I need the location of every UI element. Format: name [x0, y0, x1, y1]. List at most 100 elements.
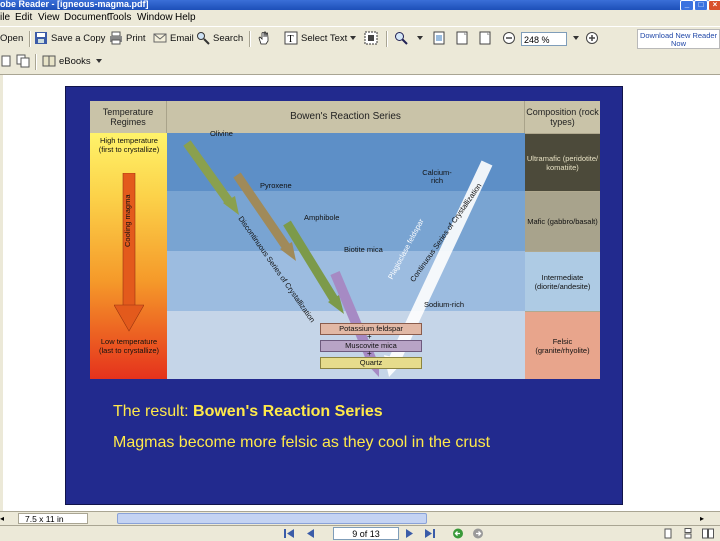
- menu-tools[interactable]: Tools: [108, 11, 131, 25]
- header-temperature: Temperature Regimes: [90, 101, 167, 133]
- continuous-page-icon[interactable]: [682, 528, 694, 539]
- label-quartz: Quartz: [320, 357, 422, 369]
- previous-page-icon[interactable]: [304, 528, 316, 539]
- zoom-icon: [395, 32, 408, 46]
- horizontal-scrollbar[interactable]: ◂ 7.5 x 11 in ▸: [0, 511, 720, 526]
- save-copy-button[interactable]: Save a Copy: [34, 30, 105, 48]
- email-icon: [153, 33, 167, 43]
- fit-width-icon: [479, 31, 491, 45]
- maximize-button[interactable]: □: [694, 0, 708, 10]
- scroll-left-icon[interactable]: ◂: [0, 514, 8, 524]
- header-composition: Composition (rock types): [525, 101, 600, 133]
- ebooks-label: eBooks: [59, 56, 91, 67]
- camera-icon: [364, 31, 378, 45]
- menu-view[interactable]: View: [38, 11, 60, 25]
- go-back-icon[interactable]: [452, 528, 464, 539]
- search-button[interactable]: Search: [196, 30, 243, 48]
- menu-document[interactable]: Document: [64, 11, 110, 25]
- single-page-icon[interactable]: [662, 528, 674, 539]
- print-icon: [110, 31, 122, 45]
- hand-tool-button[interactable]: [257, 30, 274, 48]
- email-label: Email: [170, 33, 194, 44]
- label-sodium-rich: Sodium-rich: [424, 300, 465, 309]
- save-icon: [35, 32, 47, 45]
- composition-intermediate: Intermediate (diorite/andesite): [525, 251, 600, 311]
- zoom-out-button[interactable]: [502, 30, 519, 48]
- copy-icon: [16, 54, 30, 68]
- actual-size-icon: [433, 31, 445, 45]
- page-icon: [1, 55, 11, 67]
- result-text: The result: Bowen's Reaction Series: [113, 403, 383, 421]
- download-reader-button[interactable]: Download New Reader Now: [637, 29, 720, 49]
- go-forward-icon[interactable]: [472, 528, 484, 539]
- zoom-in-icon: [586, 32, 598, 45]
- first-page-icon[interactable]: [283, 528, 295, 539]
- menu-file[interactable]: ile: [0, 11, 10, 25]
- search-label: Search: [213, 33, 244, 44]
- secondary-toolbar: eBooks: [0, 50, 720, 75]
- menu-help[interactable]: Help: [175, 11, 196, 25]
- label-olivine: Olivine: [210, 129, 233, 138]
- low-temperature-label: Low temperature (last to crystallize): [98, 337, 159, 355]
- zoom-out-icon: [503, 32, 515, 45]
- fit-page-icon: [456, 31, 468, 45]
- open-label: Open: [0, 33, 24, 44]
- svg-text:T: T: [288, 34, 294, 45]
- text-select-icon: T: [284, 31, 298, 45]
- print-label: Print: [126, 33, 146, 44]
- print-button[interactable]: Print: [109, 30, 146, 48]
- composition-ultramafic: Ultramafic (peridotite/ komatiite): [525, 133, 600, 191]
- facing-pages-icon[interactable]: [702, 528, 714, 539]
- chevron-down-icon[interactable]: [573, 36, 579, 40]
- navigation-pane-edge[interactable]: [0, 75, 3, 511]
- label-pyroxene: Pyroxene: [260, 181, 292, 190]
- bowen-reaction-series-figure: Temperature Regimes Bowen's Reaction Ser…: [90, 101, 600, 379]
- pdf-slide: Temperature Regimes Bowen's Reaction Ser…: [65, 86, 623, 505]
- composition-felsic: Felsic (granite/rhyolite): [525, 311, 600, 379]
- chevron-down-icon[interactable]: [350, 36, 356, 40]
- fit-page-button[interactable]: [455, 30, 472, 48]
- zoom-level-field[interactable]: 248 %: [521, 32, 567, 46]
- cooling-magma-label: Cooling magma: [123, 194, 132, 247]
- title-bar: obe Reader - [igneous-magma.pdf] _ □ ×: [0, 0, 720, 10]
- toolbar-separator: [386, 31, 388, 47]
- fit-width-button[interactable]: [478, 30, 495, 48]
- select-text-button[interactable]: T Select Text: [284, 30, 347, 48]
- menu-window[interactable]: Window: [137, 11, 173, 25]
- chevron-down-icon[interactable]: [96, 59, 102, 63]
- save-copy-label: Save a Copy: [51, 33, 106, 44]
- scroll-track[interactable]: [95, 513, 115, 524]
- page-size-field: 7.5 x 11 in: [18, 513, 88, 524]
- close-button[interactable]: ×: [708, 0, 720, 10]
- label-calcium-rich: Calcium-rich: [422, 168, 452, 185]
- ebooks-button[interactable]: eBooks: [42, 53, 91, 71]
- actual-size-button[interactable]: [432, 30, 449, 48]
- status-bar: 9 of 13: [0, 525, 720, 541]
- main-toolbar: Open Save a Copy Print Email Search T Sel…: [0, 26, 720, 52]
- snapshot-button[interactable]: [364, 30, 381, 48]
- tool-button[interactable]: [0, 53, 17, 71]
- window-title: obe Reader - [igneous-magma.pdf]: [0, 0, 149, 9]
- zoom-in-button[interactable]: [585, 30, 602, 48]
- select-text-label: Select Text: [301, 33, 348, 44]
- minimize-button[interactable]: _: [680, 0, 694, 10]
- scroll-thumb[interactable]: [117, 513, 427, 524]
- email-button[interactable]: Email: [153, 30, 194, 48]
- next-page-icon[interactable]: [404, 528, 416, 539]
- scroll-right-icon[interactable]: ▸: [700, 513, 711, 524]
- zoom-tool-button[interactable]: [394, 30, 411, 48]
- magma-text: Magmas become more felsic as they cool i…: [113, 434, 491, 451]
- ebook-icon: [42, 55, 56, 67]
- page-number-field[interactable]: 9 of 13: [333, 527, 399, 540]
- copy-button[interactable]: [16, 53, 33, 71]
- open-button[interactable]: Open: [0, 30, 23, 48]
- toolbar-separator: [249, 31, 251, 47]
- chevron-down-icon[interactable]: [417, 36, 423, 40]
- menu-edit[interactable]: Edit: [15, 11, 32, 25]
- olivine-arrow: [183, 140, 234, 206]
- high-temperature-label: High temperature (first to crystallize): [98, 136, 160, 154]
- toolbar-separator: [35, 54, 37, 70]
- last-page-icon[interactable]: [424, 528, 436, 539]
- menu-bar: ile Edit View Document Tools Window Help: [0, 10, 720, 26]
- result-prefix: The result:: [113, 403, 194, 420]
